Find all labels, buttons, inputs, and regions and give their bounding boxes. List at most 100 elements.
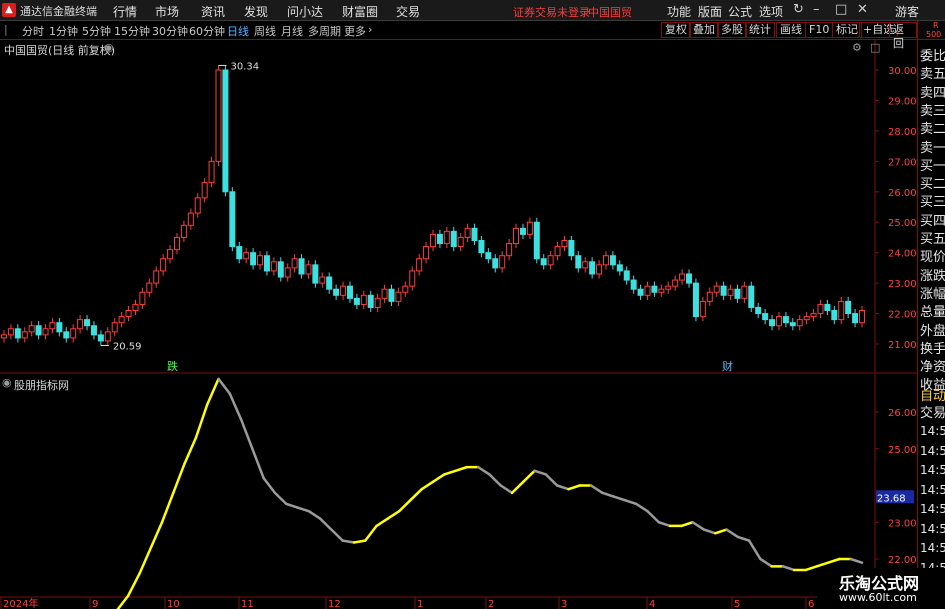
candle-body [423,246,430,260]
menu-item-gongshi[interactable]: 公式 [728,3,752,20]
diejia-button[interactable]: 叠加 [689,22,719,38]
candle-body [208,160,215,184]
candle-body [284,267,291,278]
sidebar-label: 外盘 [920,323,945,339]
indicator-segment [420,480,435,491]
candle-body [637,288,644,296]
candle-body [762,313,769,321]
tongji-button[interactable]: 统计 [745,22,775,38]
menu-item-hangqing[interactable]: 行情 [113,3,137,20]
sidebar-label: 总量 [920,305,945,321]
chevron-right-icon[interactable]: › [368,23,372,36]
indicator-segment [126,572,141,597]
candle-body [409,270,416,287]
period-15min[interactable]: 15分钟 [114,23,150,39]
maximize-icon[interactable]: □ [835,2,847,17]
period-5min[interactable]: 5分钟 [82,23,111,39]
minimize-icon[interactable]: – [813,2,820,17]
price-tick-label: 30.00 [888,66,917,77]
biaoji-button[interactable]: 标记 [832,22,862,38]
candle-body [374,297,381,308]
x-axis-label: 12 [328,599,341,609]
candle-body [229,191,236,248]
period-60min[interactable]: 60分钟 [189,23,225,39]
period-multi[interactable]: 多周期 [308,23,341,39]
candle-body [651,285,658,293]
price-tick-label: 24.00 [888,249,917,260]
period-30min[interactable]: 30分钟 [152,23,188,39]
gear-icon[interactable]: ⚙ [852,41,862,54]
period-monthly[interactable]: 月线 [281,23,303,39]
fuquan-button[interactable]: 复权 [661,22,691,38]
menu-item-gongneng[interactable]: 功能 [667,3,691,20]
close-icon[interactable]: ✕ [857,2,868,17]
indicator-segment [138,546,153,575]
menu-item-shichang[interactable]: 市场 [155,3,179,20]
f10-button[interactable]: F10 [805,22,834,38]
candle-body [236,246,243,260]
trade-label[interactable]: 交易 [920,402,945,421]
candle-body [84,319,91,327]
login-warning[interactable]: 证券交易未登录 [513,4,590,20]
chart-area[interactable]: 30.3420.59跌财 30.0029.0028.0027.0026.0025… [0,40,917,609]
candle-body [561,239,568,248]
trade-time: 14:56 [920,541,945,555]
indicator-panel-title: 股朋指标网 [14,379,69,392]
menu-item-wenxiaoda[interactable]: 问小达 [287,3,323,20]
candle-body [727,288,734,296]
panel-settings-icon[interactable]: ◉ [104,41,114,54]
guest-user[interactable]: 游客 [895,3,919,20]
price-tick-label: 25.00 [888,218,917,229]
period-toolbar: | 分时 1分钟 5分钟 15分钟 30分钟 60分钟 日线 周线 月线 多周期… [0,21,917,50]
menu-item-caifuquan[interactable]: 财富圈 [342,3,378,20]
candle-body [852,313,859,324]
candle-body [450,230,457,248]
sidebar-label: 净资 [920,360,945,376]
x-axis-label: 5 [734,599,740,609]
candle-body [769,319,776,327]
menu-item-xuanxiang[interactable]: 选项 [759,3,783,20]
panel-toggle-icon[interactable]: | [4,23,8,36]
candle-body [665,285,672,290]
candle-body [492,258,499,269]
refresh-icon[interactable]: ↻ [793,2,804,17]
period-daily[interactable]: 日线 [227,23,249,39]
menu-item-jiaoyi[interactable]: 交易 [396,3,420,20]
indicator-tick-label: 26.00 [888,408,917,419]
candle-body [602,255,609,266]
candle-body [395,291,402,302]
menu-item-faxian[interactable]: 发现 [244,3,268,20]
indicator-segment [262,476,277,495]
candle-body [97,334,104,342]
candle-body [194,197,201,214]
indicator-segment [364,524,378,542]
candle-body [838,300,845,321]
sidebar-label: 买三 [920,195,945,211]
menu-item-banmian[interactable]: 版面 [698,3,722,20]
indicator-segment [296,506,311,513]
period-more[interactable]: 更多 [344,23,366,39]
period-weekly[interactable]: 周线 [254,23,276,39]
sidebar-label: 卖一 [920,140,945,156]
candle-body [499,255,506,269]
period-1min[interactable]: 1分钟 [49,23,78,39]
sidebar-label: 卖四 [920,85,945,101]
candle-body [346,285,353,299]
huaxian-button[interactable]: 画线 [776,22,806,38]
maximize-panel-icon[interactable]: □ [870,41,880,54]
back-button[interactable]: 返回 [889,22,917,50]
candle-body [658,288,665,293]
candle-body [623,270,630,281]
candle-body [734,288,741,299]
price-panel-title: 中国国贸(日线 前复权) [4,44,116,57]
period-fenshi[interactable]: 分时 [22,23,44,39]
candle-body [201,182,208,199]
candle-body [533,221,540,260]
menu-item-zixun[interactable]: 资讯 [201,3,225,20]
candle-body [167,249,174,260]
watermark: 乐淘公式网 www.60lt.com [817,568,945,609]
app-title: 通达信金融终端 [20,5,97,18]
indicator-settings-icon[interactable]: ◉ [2,376,12,389]
duogu-button[interactable]: 多股 [717,22,747,38]
sidebar-label: 买五 [920,232,945,247]
